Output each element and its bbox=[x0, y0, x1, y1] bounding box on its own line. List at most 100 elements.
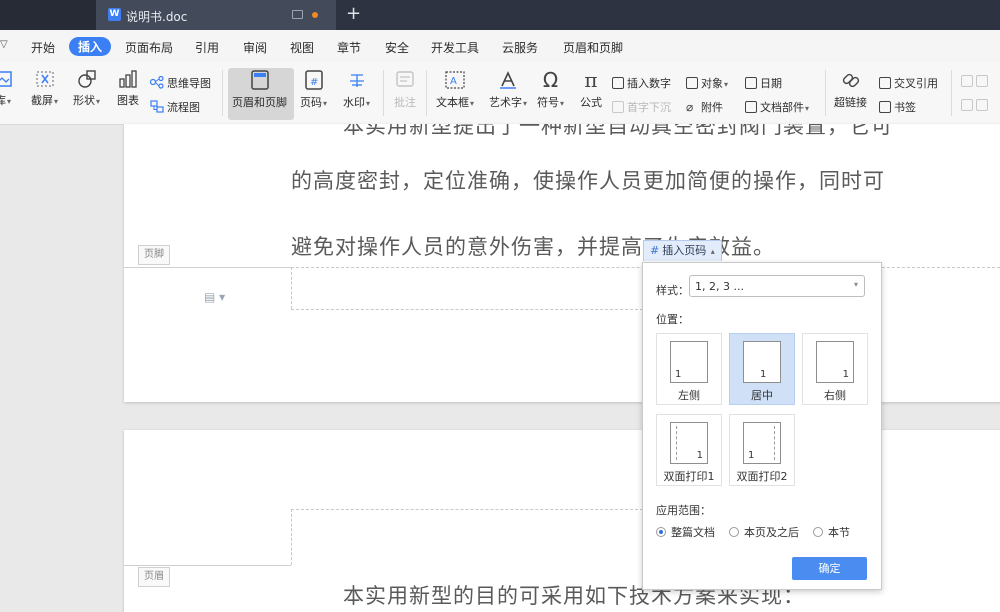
position-option-label: 双面打印1 bbox=[663, 470, 715, 483]
style-select-value: 1, 2, 3 ... bbox=[695, 280, 744, 293]
menu-tab-review[interactable]: 审阅 bbox=[243, 39, 267, 56]
number-icon bbox=[612, 77, 624, 89]
shapes-icon bbox=[77, 70, 96, 88]
insert-number-button[interactable]: 插入数字 bbox=[612, 75, 671, 91]
insert-page-number-panel: 样式： 1, 2, 3 ... ▾ 位置： 1 左侧 1 居中 1 右侧 1 双… bbox=[642, 262, 882, 590]
wordart-button[interactable]: 艺术字▾ bbox=[489, 70, 527, 110]
toolbar-separator bbox=[383, 70, 384, 116]
formula-button[interactable]: π 公式 bbox=[580, 70, 602, 110]
gallery-button[interactable]: 库▾ bbox=[0, 70, 12, 108]
symbol-label: 符号 bbox=[537, 96, 559, 109]
object-button[interactable]: 对象▾ bbox=[686, 75, 728, 91]
position-option-center[interactable]: 1 居中 bbox=[729, 333, 795, 405]
bookmark-icon bbox=[879, 101, 891, 113]
menu-tab-developer[interactable]: 开发工具 bbox=[431, 39, 479, 56]
shapes-label: 形状 bbox=[73, 94, 95, 107]
header-area-border bbox=[291, 509, 643, 510]
textbox-button[interactable]: A 文本框▾ bbox=[436, 70, 474, 110]
more-tool-icon bbox=[961, 75, 973, 87]
position-option-duplex-2[interactable]: 1 双面打印2 bbox=[729, 414, 795, 486]
footer-boundary-line bbox=[124, 267, 291, 268]
hyperlink-label: 超链接 bbox=[834, 96, 867, 109]
gallery-label: 库 bbox=[0, 94, 6, 107]
wordart-label: 艺术字 bbox=[489, 96, 522, 109]
range-option-this-section[interactable]: 本节 bbox=[813, 524, 850, 540]
chart-button[interactable]: 图表 bbox=[117, 70, 139, 108]
textbox-label: 文本框 bbox=[436, 96, 469, 109]
cross-ref-icon bbox=[879, 77, 891, 89]
symbol-button[interactable]: Ω 符号▾ bbox=[537, 70, 564, 110]
date-button[interactable]: 日期 bbox=[745, 75, 782, 91]
position-option-duplex-1[interactable]: 1 双面打印1 bbox=[656, 414, 722, 486]
footer-area-border bbox=[291, 309, 643, 310]
document-tab-title: 说明书.doc bbox=[126, 10, 188, 24]
wordart-icon bbox=[500, 71, 516, 89]
attachment-button[interactable]: ⌀ 附件 bbox=[686, 99, 723, 115]
header-footer-button[interactable]: 页眉和页脚 bbox=[232, 70, 287, 110]
page-preview: 1 bbox=[816, 341, 854, 383]
page-preview: 1 bbox=[670, 422, 708, 464]
page-number-icon: # bbox=[304, 70, 323, 90]
page-number-style-select[interactable]: 1, 2, 3 ... ▾ bbox=[689, 275, 865, 297]
word-doc-icon: W bbox=[108, 8, 121, 21]
shapes-button[interactable]: 形状▾ bbox=[73, 70, 100, 108]
more-tool-2[interactable] bbox=[961, 99, 991, 112]
menu-tab-references[interactable]: 引用 bbox=[195, 39, 219, 56]
new-tab-button[interactable]: + bbox=[346, 4, 361, 24]
dropcap-label: 首字下沉 bbox=[627, 101, 671, 114]
doc-parts-button[interactable]: 文档部件▾ bbox=[745, 99, 809, 115]
menu-tab-insert[interactable]: 插入 bbox=[69, 37, 112, 56]
hyperlink-button[interactable]: 超链接 bbox=[834, 70, 867, 110]
toolbar-separator bbox=[825, 70, 826, 116]
flowchart-button[interactable]: 流程图 bbox=[150, 99, 200, 115]
cross-ref-button[interactable]: 交叉引用 bbox=[879, 75, 938, 91]
bookmark-button[interactable]: 书签 bbox=[879, 99, 916, 115]
chart-label: 图表 bbox=[117, 94, 139, 107]
doc-parts-label: 文档部件 bbox=[760, 101, 804, 114]
menu-tab-cloud[interactable]: 云服务 bbox=[502, 39, 538, 56]
range-option-this-page-onward[interactable]: 本页及之后 bbox=[729, 524, 799, 540]
insert-page-number-button[interactable]: # 插入页码 ▴ bbox=[643, 240, 722, 261]
position-option-label: 居中 bbox=[751, 389, 773, 402]
toolbar-separator bbox=[426, 70, 427, 116]
document-tab[interactable]: W 说明书.doc bbox=[96, 0, 336, 30]
apply-range-label: 应用范围： bbox=[656, 504, 711, 517]
object-label: 对象 bbox=[701, 77, 723, 90]
radio-selected-icon bbox=[656, 527, 666, 537]
menu-collapse-icon[interactable]: ▽ bbox=[0, 39, 8, 50]
textbox-icon: A bbox=[445, 71, 465, 89]
ribbon-menu-bar: ▽ 开始 插入 页面布局 引用 审阅 视图 章节 安全 开发工具 云服务 页眉和… bbox=[0, 30, 1000, 62]
menu-tab-view[interactable]: 视图 bbox=[290, 39, 314, 56]
menu-tab-section[interactable]: 章节 bbox=[337, 39, 361, 56]
more-tool-icon bbox=[976, 99, 988, 111]
watermark-button[interactable]: 水印▾ bbox=[343, 70, 370, 110]
screenshot-label: 截屏 bbox=[31, 94, 53, 107]
header-footer-icon bbox=[250, 70, 269, 90]
dropcap-button[interactable]: 首字下沉 bbox=[612, 99, 671, 115]
formula-label: 公式 bbox=[580, 96, 602, 109]
mindmap-button[interactable]: 思维导图 bbox=[149, 75, 211, 91]
range-option-whole-document[interactable]: 整篇文档 bbox=[656, 524, 715, 540]
position-option-right[interactable]: 1 右侧 bbox=[802, 333, 868, 405]
header-footer-label: 页眉和页脚 bbox=[232, 96, 287, 109]
insert-page-number-label: 插入页码 bbox=[662, 244, 707, 257]
preview-number: 1 bbox=[675, 369, 682, 380]
dropcap-icon bbox=[612, 101, 624, 113]
link-icon bbox=[842, 73, 859, 88]
page-number-button[interactable]: # 页码▾ bbox=[300, 70, 327, 110]
menu-tab-security[interactable]: 安全 bbox=[385, 39, 409, 56]
menu-tab-header-footer[interactable]: 页眉和页脚 bbox=[563, 39, 623, 56]
confirm-button[interactable]: 确定 bbox=[792, 557, 867, 580]
preview-number: 1 bbox=[748, 450, 755, 461]
monitor-icon[interactable] bbox=[292, 10, 303, 19]
menu-tab-page-layout[interactable]: 页面布局 bbox=[125, 39, 173, 56]
footer-options-icon[interactable]: ▤ ▾ bbox=[204, 290, 225, 304]
toolbar-separator bbox=[222, 70, 223, 116]
comment-button[interactable]: 批注 bbox=[394, 70, 416, 110]
position-option-left[interactable]: 1 左侧 bbox=[656, 333, 722, 405]
page-number-label: 页码 bbox=[300, 96, 322, 109]
document-text-line[interactable]: 的高度密封，定位准确，使操作人员更加简便的操作，同时可 bbox=[291, 165, 885, 195]
screenshot-button[interactable]: 截屏▾ bbox=[31, 70, 58, 108]
menu-tab-home[interactable]: 开始 bbox=[31, 39, 55, 56]
more-tool-1[interactable] bbox=[961, 75, 991, 88]
